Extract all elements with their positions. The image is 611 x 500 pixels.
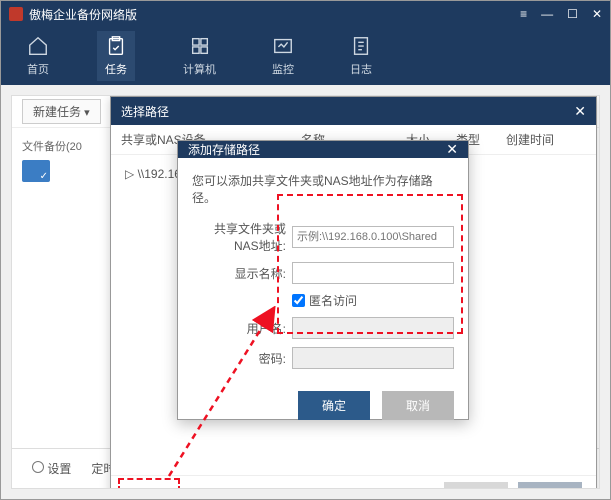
close-icon[interactable]: ✕ xyxy=(446,141,458,158)
nas-path-input[interactable] xyxy=(292,226,454,248)
backup-target-item[interactable] xyxy=(22,160,102,182)
username-input xyxy=(292,317,454,339)
gear-icon xyxy=(32,461,44,473)
folder-icon xyxy=(22,160,50,182)
nav-computers[interactable]: 计算机 xyxy=(175,31,224,81)
display-name-label: 显示名称: xyxy=(192,265,292,282)
add-storage-dialog: 添加存储路径 ✕ 您可以添加共享文件夹或NAS地址作为存储路径。 共享文件夹或N… xyxy=(177,140,469,420)
path-label: 共享文件夹或NAS地址: xyxy=(192,220,292,254)
maximize-button[interactable]: ☐ xyxy=(567,7,578,21)
task-group-label: 文件备份(20 xyxy=(22,138,102,154)
password-input xyxy=(292,347,454,369)
app-title: 傲梅企业备份网络版 xyxy=(29,6,137,23)
dialog-description: 您可以添加共享文件夹或NAS地址作为存储路径。 xyxy=(192,172,454,206)
menu-icon[interactable]: ≡ xyxy=(520,7,527,21)
cancel-button[interactable]: 取消 xyxy=(382,391,454,420)
close-button[interactable]: ✕ xyxy=(592,7,602,21)
storage-icon xyxy=(125,489,139,490)
close-icon[interactable]: ✕ xyxy=(574,103,586,120)
monitor-icon xyxy=(272,35,294,57)
titlebar: 傲梅企业备份网络版 ≡ — ☐ ✕ xyxy=(1,1,610,27)
dialog-title: 添加存储路径 xyxy=(188,141,260,158)
log-icon xyxy=(350,35,372,57)
nav-monitor[interactable]: 监控 xyxy=(264,31,302,81)
ok-button[interactable]: 确定 xyxy=(444,482,508,489)
dialog-title: 选择路径 xyxy=(121,103,169,120)
task-icon xyxy=(105,35,127,57)
confirm-button[interactable]: 确定 xyxy=(298,391,370,420)
add-storage-link[interactable]: 添加存储 xyxy=(125,487,193,489)
username-label: 用户名: xyxy=(192,320,292,337)
settings-link[interactable]: 设置 xyxy=(32,460,71,477)
main-nav: 首页 任务 计算机 监控 日志 xyxy=(1,27,610,85)
body-area: 新建任务 ▾ 高级 ▾ 文件备份(20 设置 定时任务 开始备份 ▸ xyxy=(11,95,600,489)
password-label: 密码: xyxy=(192,350,292,367)
minimize-button[interactable]: — xyxy=(541,7,553,21)
app-window: 傲梅企业备份网络版 ≡ — ☐ ✕ 首页 任务 计算机 监控 日志 xyxy=(0,0,611,500)
app-logo-icon xyxy=(9,7,23,21)
home-icon xyxy=(27,35,49,57)
anonymous-checkbox[interactable] xyxy=(292,294,305,307)
nav-home[interactable]: 首页 xyxy=(19,31,57,81)
nav-tasks[interactable]: 任务 xyxy=(97,31,135,81)
display-name-input[interactable] xyxy=(292,262,454,284)
nav-logs[interactable]: 日志 xyxy=(342,31,380,81)
cancel-button[interactable]: 取消 xyxy=(518,482,582,489)
anonymous-label: 匿名访问 xyxy=(309,292,357,309)
new-task-button[interactable]: 新建任务 ▾ xyxy=(22,99,101,124)
computer-icon xyxy=(189,35,211,57)
